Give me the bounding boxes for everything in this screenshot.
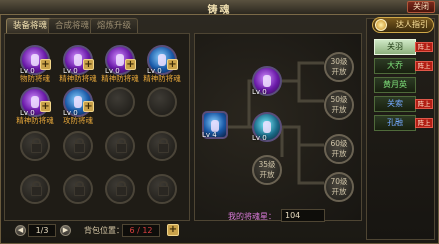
upper-level: Lv 0 bbox=[252, 88, 267, 96]
guide-label: 达人指引 bbox=[396, 20, 428, 29]
locked-node-70[interactable]: 70级 开放 bbox=[324, 172, 354, 202]
node-level: 50级 bbox=[330, 95, 348, 104]
soul-core-icon bbox=[158, 54, 166, 66]
soul-core-icon bbox=[74, 54, 82, 66]
add-icon[interactable]: + bbox=[83, 101, 94, 112]
tab-equip-soul[interactable]: 装备将魂 bbox=[6, 18, 55, 33]
orb-label: 精神防将魂 bbox=[16, 116, 54, 125]
lock-icon bbox=[63, 131, 93, 161]
node-level: 60级 bbox=[330, 139, 348, 148]
node-level: 70级 bbox=[330, 177, 348, 186]
lock-icon bbox=[63, 174, 93, 204]
bag-position-value: 6 / 12 bbox=[122, 224, 160, 237]
orb-label: 精神防将魂 bbox=[143, 74, 181, 83]
node-level: 30级 bbox=[330, 57, 348, 66]
title-bar: 铸魂 关闭 bbox=[0, 0, 439, 16]
soul-core-icon bbox=[74, 96, 82, 108]
formation-badge: 阵上 bbox=[415, 42, 433, 52]
orb-label: 攻防将魂 bbox=[63, 116, 93, 125]
lock-icon bbox=[105, 131, 135, 161]
orb-label: 精神防将魂 bbox=[59, 74, 97, 83]
prev-page-button[interactable]: ◀ bbox=[15, 225, 26, 236]
guide-icon bbox=[375, 19, 387, 31]
lock-icon bbox=[147, 174, 177, 204]
node-status: 开放 bbox=[331, 67, 347, 76]
soul-core-icon bbox=[31, 96, 39, 108]
add-icon[interactable]: + bbox=[167, 59, 178, 70]
tab-combine-soul[interactable]: 合成将魂 bbox=[48, 18, 97, 33]
orb-label: 物防将魂 bbox=[20, 74, 50, 83]
add-icon[interactable]: + bbox=[40, 59, 51, 70]
soul-core-icon bbox=[263, 75, 271, 87]
tab-smelt-upgrade[interactable]: 熔炼升级 bbox=[90, 18, 139, 33]
lock-icon bbox=[105, 174, 135, 204]
lock-icon bbox=[147, 131, 177, 161]
soul-core-icon bbox=[116, 54, 124, 66]
soul-core-icon bbox=[31, 54, 39, 66]
expand-bag-button[interactable]: + bbox=[167, 224, 179, 236]
general-tab-kongrong[interactable]: 孔融 bbox=[374, 115, 416, 131]
node-status: 开放 bbox=[331, 149, 347, 158]
page-indicator: 1/3 bbox=[28, 224, 56, 237]
lock-icon bbox=[20, 131, 50, 161]
node-status: 开放 bbox=[331, 105, 347, 114]
locked-node-35[interactable]: 35级 开放 bbox=[252, 155, 282, 185]
locked-node-60[interactable]: 60级 开放 bbox=[324, 134, 354, 164]
root-level: Lv 4 bbox=[202, 131, 217, 139]
formation-badge: 阵上 bbox=[415, 118, 433, 128]
bag-position-label: 背包位置： bbox=[84, 226, 124, 235]
orb-label: 精神防将魂 bbox=[101, 74, 139, 83]
general-tab-guansuo[interactable]: 关索 bbox=[374, 96, 416, 112]
lower-soul-node[interactable]: Lv 0 bbox=[252, 112, 282, 142]
add-icon[interactable]: + bbox=[125, 59, 136, 70]
node-level: 35级 bbox=[258, 160, 276, 169]
soul-core-icon bbox=[263, 121, 271, 133]
node-status: 开放 bbox=[331, 187, 347, 196]
guide-button[interactable]: 达人指引 bbox=[372, 17, 434, 33]
next-page-button[interactable]: ▶ bbox=[60, 225, 71, 236]
general-tab-guanyu[interactable]: 关羽 bbox=[374, 39, 416, 55]
locked-node-30[interactable]: 30级 开放 bbox=[324, 52, 354, 82]
formation-badge: 阵上 bbox=[415, 61, 433, 71]
lower-level: Lv 0 bbox=[252, 134, 267, 142]
empty-slot[interactable] bbox=[105, 87, 135, 117]
add-icon[interactable]: + bbox=[83, 59, 94, 70]
root-soul-node[interactable]: Lv 4 bbox=[202, 111, 228, 139]
upper-soul-node[interactable]: Lv 0 bbox=[252, 66, 282, 96]
soul-star-label: 我的将魂星： bbox=[228, 212, 276, 221]
lock-icon bbox=[20, 174, 50, 204]
window-title: 铸魂 bbox=[207, 5, 232, 16]
close-button[interactable]: 关闭 bbox=[407, 1, 435, 13]
general-tab-huangyueying[interactable]: 黄月英 bbox=[374, 77, 416, 93]
empty-slot[interactable] bbox=[147, 87, 177, 117]
formation-badge: 阵上 bbox=[415, 99, 433, 109]
add-icon[interactable]: + bbox=[40, 101, 51, 112]
locked-node-50[interactable]: 50级 开放 bbox=[324, 90, 354, 120]
node-status: 开放 bbox=[259, 170, 275, 179]
general-tab-daqiao[interactable]: 大乔 bbox=[374, 58, 416, 74]
soul-star-value: 104 bbox=[281, 209, 325, 222]
